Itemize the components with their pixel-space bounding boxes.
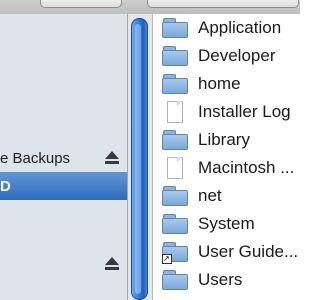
- file-name: Users: [198, 270, 243, 289]
- sidebar: e Backups D: [0, 14, 128, 300]
- toolbar-strip: [0, 0, 300, 15]
- file-row[interactable]: home: [153, 70, 300, 98]
- file-row[interactable]: Installer Log: [153, 98, 300, 126]
- eject-icon[interactable]: [103, 255, 121, 273]
- column-scrollbar[interactable]: [128, 14, 153, 300]
- sidebar-item-backups[interactable]: e Backups: [0, 144, 127, 172]
- file-name: Library: [198, 130, 250, 149]
- file-column: Application Developer home Installer Log…: [153, 14, 300, 300]
- file-name: User Guide...: [198, 242, 299, 261]
- folder-icon: [162, 18, 188, 38]
- alias-folder-icon: ↗: [162, 242, 188, 264]
- file-row[interactable]: Application: [153, 14, 300, 42]
- folder-icon: [162, 214, 188, 234]
- file-name: home: [198, 74, 241, 93]
- folder-icon: [162, 186, 188, 206]
- sidebar-item-label: e Backups: [0, 149, 71, 167]
- file-row[interactable]: System: [153, 210, 300, 238]
- folder-icon: [162, 130, 188, 150]
- file-name: net: [198, 186, 222, 205]
- folder-icon: [162, 270, 188, 290]
- sidebar-item-selected-disk[interactable]: D: [0, 172, 127, 200]
- file-row[interactable]: net: [153, 182, 300, 210]
- sidebar-item-label: D: [0, 177, 11, 195]
- sidebar-item-volume[interactable]: [0, 250, 127, 278]
- document-icon: [162, 157, 188, 179]
- file-row[interactable]: Library: [153, 126, 300, 154]
- file-name: Installer Log: [198, 102, 291, 121]
- file-row[interactable]: ↗ User Guide...: [153, 238, 300, 266]
- eject-icon[interactable]: [103, 149, 121, 167]
- document-icon: [162, 101, 188, 123]
- toolbar-search-field[interactable]: [147, 0, 299, 8]
- folder-icon: [162, 74, 188, 94]
- folder-icon: [162, 46, 188, 66]
- file-row[interactable]: Users: [153, 266, 300, 294]
- file-row[interactable]: Macintosh ...: [153, 154, 300, 182]
- file-name: Macintosh ...: [198, 158, 295, 177]
- file-name: System: [198, 214, 255, 233]
- file-row[interactable]: Developer: [153, 42, 300, 70]
- scrollbar-thumb[interactable]: [131, 18, 148, 300]
- file-name: Application: [198, 18, 282, 37]
- toolbar-button[interactable]: [40, 0, 122, 8]
- file-name: Developer: [198, 46, 276, 65]
